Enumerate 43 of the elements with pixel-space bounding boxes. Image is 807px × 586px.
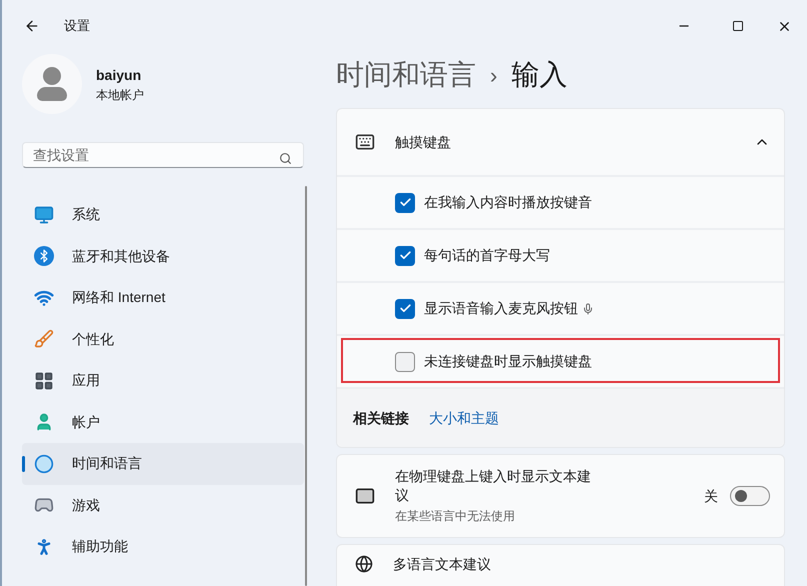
nav-item[interactable]: 时间和语言 — [22, 443, 304, 484]
nav-item[interactable]: 应用 — [22, 360, 304, 402]
size-theme-link[interactable]: 大小和主题 — [429, 408, 499, 428]
checkbox-label: 在我输入内容时播放按键音 — [424, 193, 592, 212]
checkbox[interactable] — [395, 192, 415, 212]
bluetooth-icon — [34, 246, 54, 266]
window-title: 设置 — [64, 17, 90, 36]
nav-item[interactable]: 帐户 — [22, 402, 304, 443]
checkbox[interactable] — [395, 352, 415, 372]
setting-title: 多语言文本建议 — [393, 555, 492, 574]
apps-icon — [34, 370, 54, 391]
setting-title: 在物理键盘上键入时显示文本建议 — [395, 467, 592, 505]
nav-item[interactable]: 蓝牙和其他设备 — [22, 236, 304, 277]
page-title: 输入 — [511, 58, 568, 92]
related-links-label: 相关链接 — [353, 408, 409, 428]
monitor-icon — [34, 204, 54, 225]
check-icon — [398, 302, 412, 315]
section-title: 触摸键盘 — [395, 132, 451, 152]
checkbox-label: 未连接键盘时显示触摸键盘 — [424, 352, 592, 371]
toggle-switch[interactable] — [730, 486, 770, 506]
checkbox-label: 每句话的首字母大写 — [424, 246, 550, 265]
user-name: baiyun — [96, 66, 142, 85]
breadcrumb-separator: › — [490, 62, 498, 90]
nav-item[interactable]: 辅助功能 — [22, 526, 304, 568]
expander-header[interactable]: 触摸键盘 — [337, 109, 784, 175]
globe-icon — [355, 555, 373, 573]
nav-item[interactable]: 个性化 — [22, 318, 304, 360]
check-icon — [398, 249, 412, 262]
search-field[interactable]: 查找设置 — [22, 142, 304, 168]
nav-item[interactable]: 游戏 — [22, 484, 304, 526]
nav-item[interactable]: 系统 — [22, 194, 304, 236]
account-type: 本地帐户 — [96, 86, 144, 104]
maximize-icon — [732, 20, 744, 32]
breadcrumb-parent[interactable]: 时间和语言 — [336, 54, 476, 96]
checkbox[interactable] — [395, 298, 415, 318]
nav-item[interactable]: 网络和 Internet — [22, 277, 304, 318]
brush-icon — [34, 329, 54, 350]
check-icon — [398, 196, 412, 209]
checkbox[interactable] — [395, 246, 415, 266]
toggle-state-label: 关 — [704, 486, 718, 506]
checkbox-label: 显示语音输入麦克风按钮 — [424, 299, 578, 318]
search-icon — [279, 152, 292, 165]
setting-description: 在某些语言中无法使用 — [395, 508, 516, 525]
